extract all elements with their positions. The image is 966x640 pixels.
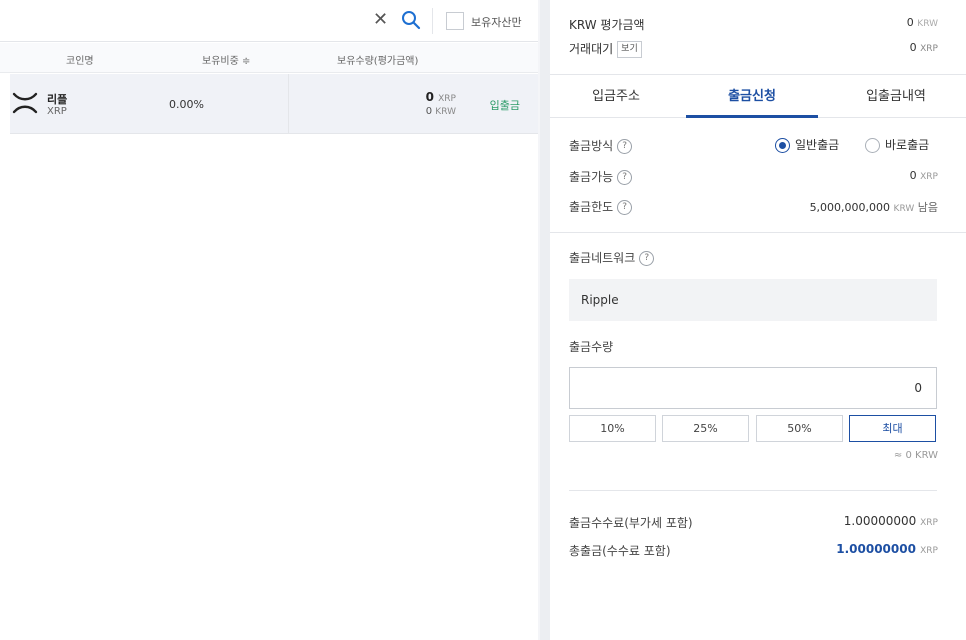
limit-label: 출금한도? — [569, 198, 633, 215]
table-header: 코인명 보유비중 ≑ 보유수량(평가금액) — [0, 43, 538, 73]
header-holding-ratio[interactable]: 보유비중 ≑ — [202, 52, 250, 67]
holding-quantity: 0 XRP — [425, 90, 456, 104]
network-label: 출금네트워크? — [569, 249, 655, 266]
header-holding-quantity[interactable]: 보유수량(평가금액) — [337, 52, 418, 67]
xrp-logo-icon — [12, 92, 38, 114]
total-value: 1.00000000 XRP — [836, 542, 938, 556]
percent-50-button[interactable]: 50% — [756, 415, 843, 442]
radio-normal-withdraw[interactable]: 일반출금 — [775, 136, 839, 153]
holdings-only-label: 보유자산만 — [471, 16, 522, 29]
view-button[interactable]: 보기 — [617, 41, 642, 58]
krw-value-label: KRW 평가금액 — [569, 18, 645, 32]
fee-divider — [569, 490, 937, 491]
amount-input[interactable] — [569, 367, 937, 409]
close-icon[interactable]: ✕ — [373, 10, 388, 30]
approx-krw: ≈ 0 KRW — [893, 450, 938, 461]
section-divider — [550, 232, 966, 233]
search-input[interactable] — [22, 10, 362, 32]
percent-25-button[interactable]: 25% — [662, 415, 749, 442]
search-bar: ✕ 보유자산만 — [0, 0, 538, 42]
percent-max-button[interactable]: 최대 — [849, 415, 936, 442]
tab-transfer-history[interactable]: 입출금내역 — [830, 75, 962, 118]
network-select[interactable]: Ripple — [569, 279, 937, 321]
header-coin-name[interactable]: 코인명 — [66, 52, 94, 67]
pending-label: 거래대기 보기 — [569, 40, 642, 58]
available-label: 출금가능? — [569, 168, 633, 185]
tab-withdraw-request[interactable]: 출금신청 — [686, 75, 818, 118]
krw-value: 0 KRW — [906, 16, 938, 29]
help-icon[interactable]: ? — [617, 170, 633, 185]
available-value: 0 XRP — [909, 169, 938, 182]
holding-ratio: 0.00% — [169, 98, 204, 111]
fee-label: 출금수수료(부가세 포함) — [569, 516, 693, 530]
transfer-tabs: 입금주소 출금신청 입출금내역 — [550, 74, 966, 118]
holding-value: 0 KRW — [425, 106, 456, 117]
total-label: 총출금(수수료 포함) — [569, 544, 671, 558]
cell-divider — [288, 74, 289, 134]
radio-instant-withdraw[interactable]: 바로출금 — [865, 136, 929, 153]
holdings-only-checkbox[interactable] — [446, 12, 464, 30]
radio-unselected-icon[interactable] — [865, 138, 880, 153]
help-icon[interactable]: ? — [617, 139, 633, 154]
deposit-withdraw-link[interactable]: 입출금 — [490, 97, 520, 113]
radio-selected-icon[interactable] — [775, 138, 790, 153]
help-icon[interactable]: ? — [639, 251, 655, 266]
percent-10-button[interactable]: 10% — [569, 415, 656, 442]
coin-name: 리플 — [47, 93, 68, 106]
limit-value: 5,000,000,000 KRW 남음 — [809, 201, 938, 214]
help-icon[interactable]: ? — [617, 200, 633, 215]
coin-symbol: XRP — [47, 106, 67, 117]
method-label: 출금방식? — [569, 137, 633, 154]
table-row[interactable]: 리플 XRP 0.00% 0 XRP 0 KRW 입출금 — [10, 74, 538, 134]
fee-value: 1.00000000 XRP — [843, 514, 938, 528]
asset-list-panel: ✕ 보유자산만 코인명 보유비중 ≑ 보유수량(평가금액) 리플 XRP 0.0… — [0, 0, 538, 640]
tab-deposit-address[interactable]: 입금주소 — [550, 75, 682, 118]
panel-divider — [540, 0, 550, 640]
amount-label: 출금수량 — [569, 340, 614, 354]
app-root: ✕ 보유자산만 코인명 보유비중 ≑ 보유수량(평가금액) 리플 XRP 0.0… — [0, 0, 966, 640]
search-divider — [432, 8, 433, 34]
search-icon[interactable] — [401, 10, 421, 30]
transfer-panel: KRW 평가금액 0 KRW 거래대기 보기 0 XRP 입금주소 출금신청 입출… — [550, 0, 966, 640]
pending-value: 0 XRP — [909, 41, 938, 54]
